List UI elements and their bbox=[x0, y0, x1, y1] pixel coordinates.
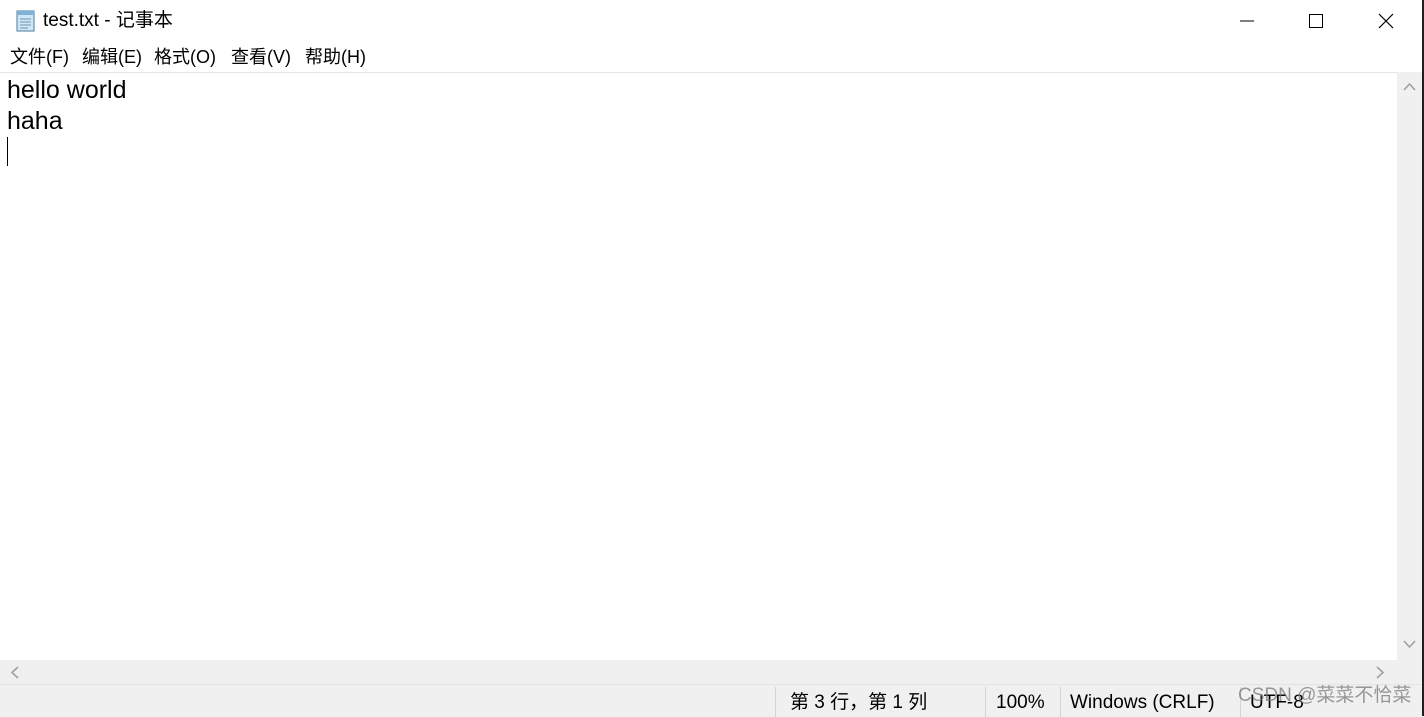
text-caret bbox=[7, 137, 8, 166]
minimize-button[interactable] bbox=[1212, 0, 1282, 42]
menu-format[interactable]: 格式(O) bbox=[154, 46, 216, 68]
horizontal-scrollbar[interactable] bbox=[0, 660, 1397, 684]
menu-bar: 文件(F) 编辑(E) 格式(O) 查看(V) 帮助(H) bbox=[0, 42, 1422, 72]
minimize-icon bbox=[1240, 20, 1254, 22]
close-icon bbox=[1378, 13, 1394, 29]
menu-edit[interactable]: 编辑(E) bbox=[82, 46, 142, 68]
scrollbar-corner bbox=[1397, 660, 1422, 684]
scroll-up-arrow-icon[interactable] bbox=[1403, 82, 1416, 91]
status-bar: 第 3 行，第 1 列 100% Windows (CRLF) UTF-8 bbox=[0, 684, 1422, 717]
close-button[interactable] bbox=[1351, 0, 1421, 42]
notepad-window: test.txt - 记事本 文件(F) 编辑(E) 格式(O) 查看(V) 帮… bbox=[0, 0, 1424, 717]
notepad-icon bbox=[15, 8, 37, 32]
editor-line: hello world bbox=[7, 76, 127, 104]
text-editor[interactable]: hello world haha bbox=[0, 72, 1397, 661]
zoom-level: 100% bbox=[996, 692, 1045, 713]
status-divider bbox=[775, 687, 776, 717]
status-divider bbox=[1060, 687, 1061, 717]
watermark: CSDN @菜菜不恰菜 bbox=[1238, 685, 1412, 706]
vertical-scrollbar[interactable] bbox=[1397, 72, 1422, 660]
editor-line: haha bbox=[7, 107, 63, 135]
title-bar[interactable]: test.txt - 记事本 bbox=[0, 0, 1422, 42]
menu-view[interactable]: 查看(V) bbox=[231, 46, 291, 68]
maximize-button[interactable] bbox=[1281, 0, 1351, 42]
line-ending: Windows (CRLF) bbox=[1070, 692, 1215, 713]
menu-help[interactable]: 帮助(H) bbox=[305, 46, 366, 68]
cursor-position: 第 3 行，第 1 列 bbox=[790, 692, 928, 713]
scroll-right-arrow-icon[interactable] bbox=[1376, 666, 1385, 679]
scroll-down-arrow-icon[interactable] bbox=[1403, 640, 1416, 649]
menu-file[interactable]: 文件(F) bbox=[10, 46, 69, 68]
scroll-left-arrow-icon[interactable] bbox=[10, 666, 19, 679]
window-title: test.txt - 记事本 bbox=[43, 10, 173, 31]
maximize-icon bbox=[1309, 14, 1323, 28]
status-divider bbox=[985, 687, 986, 717]
